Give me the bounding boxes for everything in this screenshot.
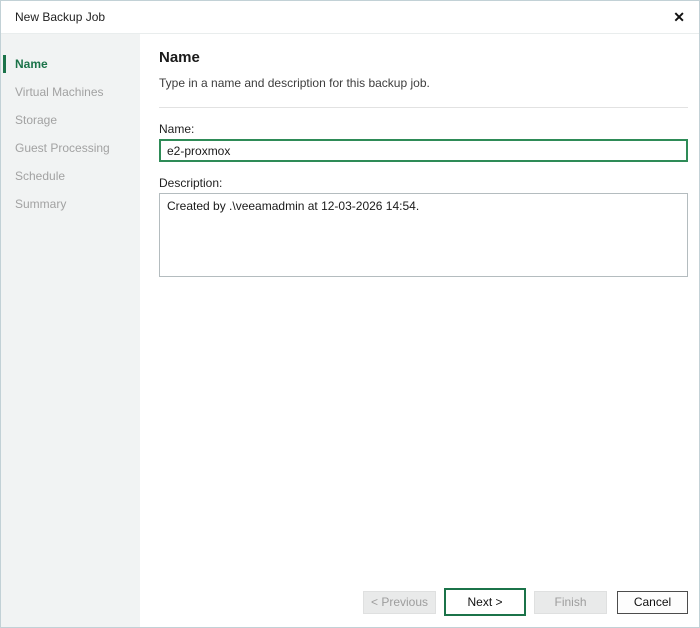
section-divider <box>159 107 688 108</box>
name-field-label: Name: <box>159 122 688 136</box>
job-description-textarea[interactable]: Created by .\veeamadmin at 12-03-2026 14… <box>159 193 688 277</box>
sidebar-item-storage[interactable]: Storage <box>1 106 140 134</box>
sidebar-item-name[interactable]: Name <box>1 50 140 78</box>
description-field-label: Description: <box>159 176 688 190</box>
sidebar-item-label: Summary <box>15 197 66 211</box>
sidebar-item-label: Schedule <box>15 169 65 183</box>
cancel-button[interactable]: Cancel <box>617 591 688 614</box>
sidebar-item-schedule[interactable]: Schedule <box>1 162 140 190</box>
wizard-footer: < Previous Next > Finish Cancel <box>159 588 688 616</box>
sidebar-item-virtual-machines[interactable]: Virtual Machines <box>1 78 140 106</box>
sidebar-item-label: Virtual Machines <box>15 85 104 99</box>
step-content: Name Type in a name and description for … <box>140 34 699 627</box>
active-step-indicator <box>3 55 6 73</box>
title-bar: New Backup Job ✕ <box>1 1 699 34</box>
finish-button[interactable]: Finish <box>534 591 607 614</box>
sidebar-item-summary[interactable]: Summary <box>1 190 140 218</box>
new-backup-job-dialog: New Backup Job ✕ Name Virtual Machines S… <box>0 0 700 628</box>
previous-button[interactable]: < Previous <box>363 591 436 614</box>
wizard-steps-sidebar: Name Virtual Machines Storage Guest Proc… <box>1 34 140 627</box>
sidebar-item-guest-processing[interactable]: Guest Processing <box>1 134 140 162</box>
content-spacer <box>159 277 688 588</box>
close-icon[interactable]: ✕ <box>673 10 685 24</box>
page-title: Name <box>159 49 688 66</box>
job-name-input[interactable] <box>159 139 688 162</box>
sidebar-item-label: Guest Processing <box>15 141 110 155</box>
next-button[interactable]: Next > <box>444 588 526 616</box>
window-title: New Backup Job <box>15 10 105 24</box>
dialog-body: Name Virtual Machines Storage Guest Proc… <box>1 34 699 627</box>
sidebar-item-label: Storage <box>15 113 57 127</box>
sidebar-item-label: Name <box>15 57 48 71</box>
page-subtitle: Type in a name and description for this … <box>159 76 688 90</box>
